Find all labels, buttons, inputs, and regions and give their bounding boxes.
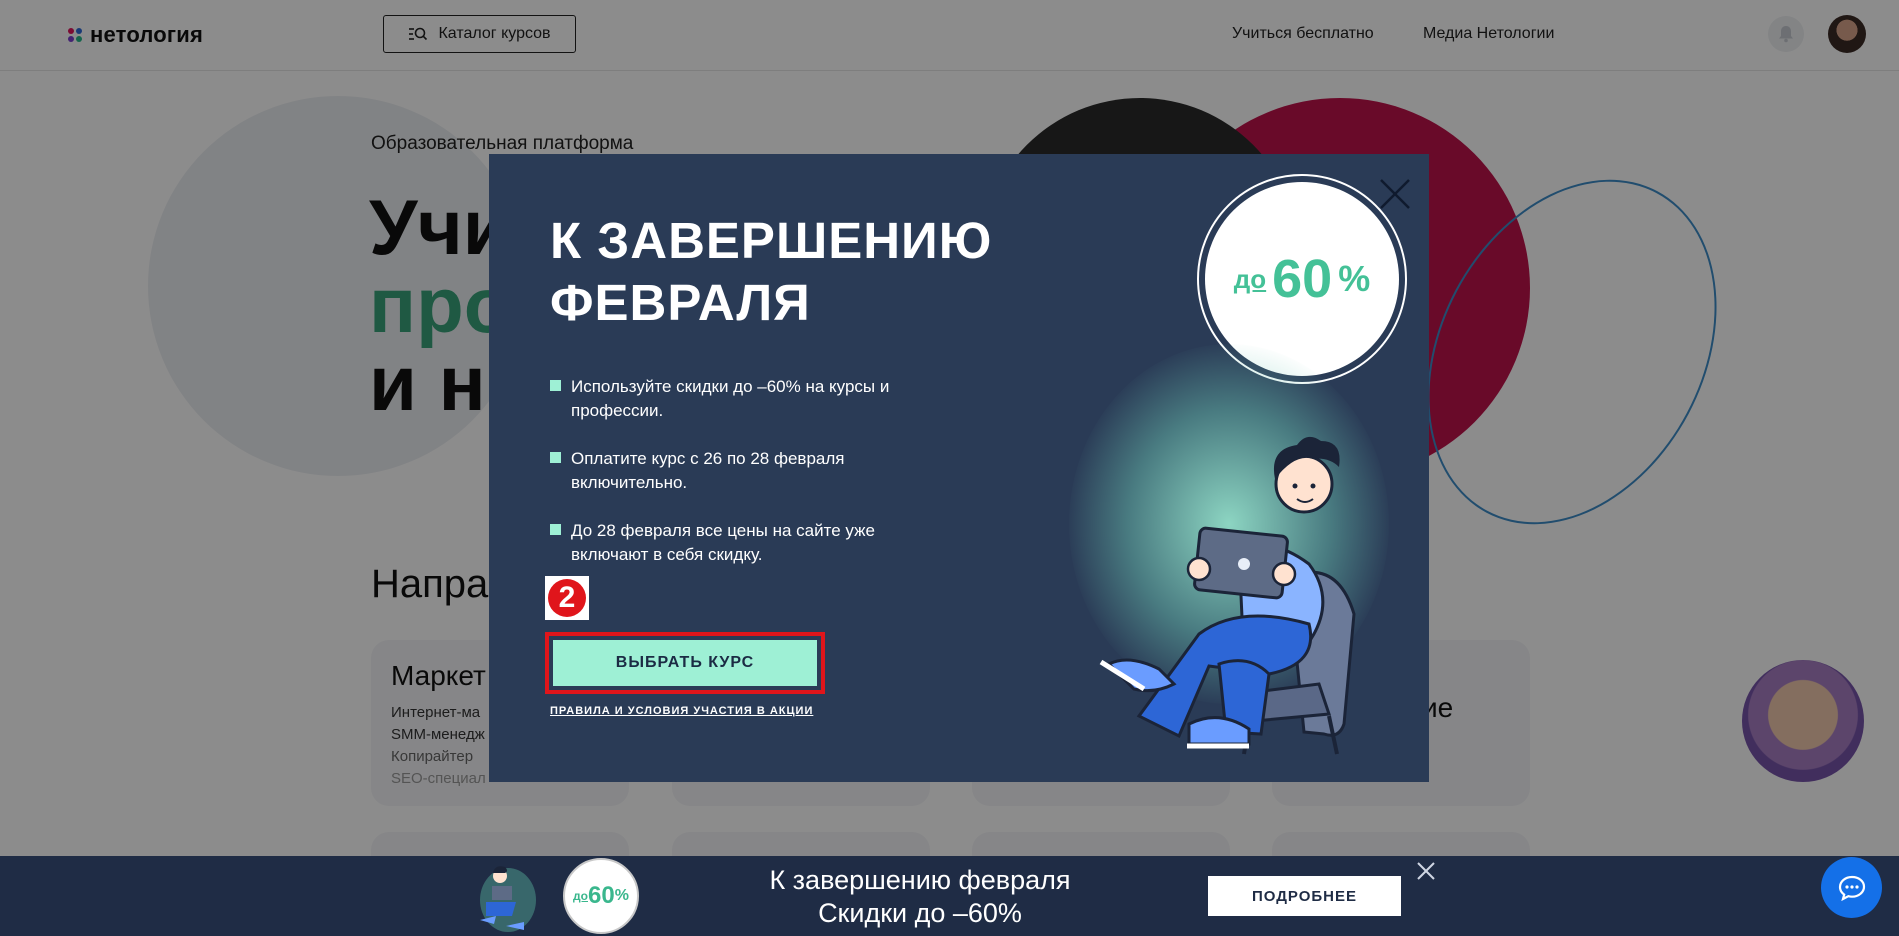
discount-number: 60 (1272, 249, 1333, 309)
modal-title-line1: К ЗАВЕРШЕНИЮ (550, 212, 993, 269)
modal-bullet: Оплатите курс с 26 по 28 февраля включит… (550, 447, 891, 495)
bullet-square-icon (550, 452, 561, 463)
banner-discount-percent: % (614, 887, 629, 904)
discount-prefix: до (1233, 263, 1267, 294)
promo-modal: К ЗАВЕРШЕНИЮ ФЕВРАЛЯ Используйте скидки … (489, 154, 1429, 782)
bullet-square-icon (550, 380, 561, 391)
banner-more-button[interactable]: ПОДРОБНЕЕ (1208, 876, 1401, 916)
banner-discount-prefix: до (573, 889, 588, 903)
modal-title: К ЗАВЕРШЕНИЮ ФЕВРАЛЯ (550, 210, 992, 334)
modal-title-line2: ФЕВРАЛЯ (550, 274, 811, 332)
choose-course-button[interactable]: ВЫБРАТЬ КУРС (553, 640, 817, 686)
bullet-text: Используйте скидки до –60% на курсы и пр… (571, 377, 890, 421)
bullet-text: До 28 февраля все цены на сайте уже вклю… (571, 521, 875, 565)
banner-line2: Скидки до –60% (818, 897, 1022, 928)
banner-student-illustration (480, 866, 536, 932)
modal-bullet: До 28 февраля все цены на сайте уже вклю… (550, 519, 891, 567)
bullet-text: Оплатите курс с 26 по 28 февраля включит… (571, 449, 845, 493)
banner-close-icon[interactable] (1415, 860, 1437, 882)
cta-highlight-frame: ВЫБРАТЬ КУРС (545, 632, 825, 694)
page: нетология Каталог курсов Учиться бесплат… (0, 0, 1899, 936)
promo-rules-link[interactable]: ПРАВИЛА И УСЛОВИЯ УЧАСТИЯ В АКЦИИ (550, 705, 813, 717)
banner-discount-disc: до 60 % (563, 858, 639, 934)
chat-icon (1838, 875, 1865, 901)
modal-bullet: Используйте скидки до –60% на курсы и пр… (550, 375, 891, 423)
bullet-square-icon (550, 524, 561, 535)
banner-text: К завершению февраля Скидки до –60% (705, 864, 1135, 930)
banner-line1: К завершению февраля (769, 865, 1071, 895)
chat-button[interactable] (1821, 857, 1882, 918)
annotation-badge: 2 (545, 576, 589, 620)
student-illustration (1099, 436, 1356, 755)
banner-discount-number: 60 (588, 882, 615, 909)
close-icon[interactable] (1375, 174, 1415, 214)
annotation-number: 2 (548, 579, 586, 617)
discount-percent: % (1338, 258, 1371, 299)
